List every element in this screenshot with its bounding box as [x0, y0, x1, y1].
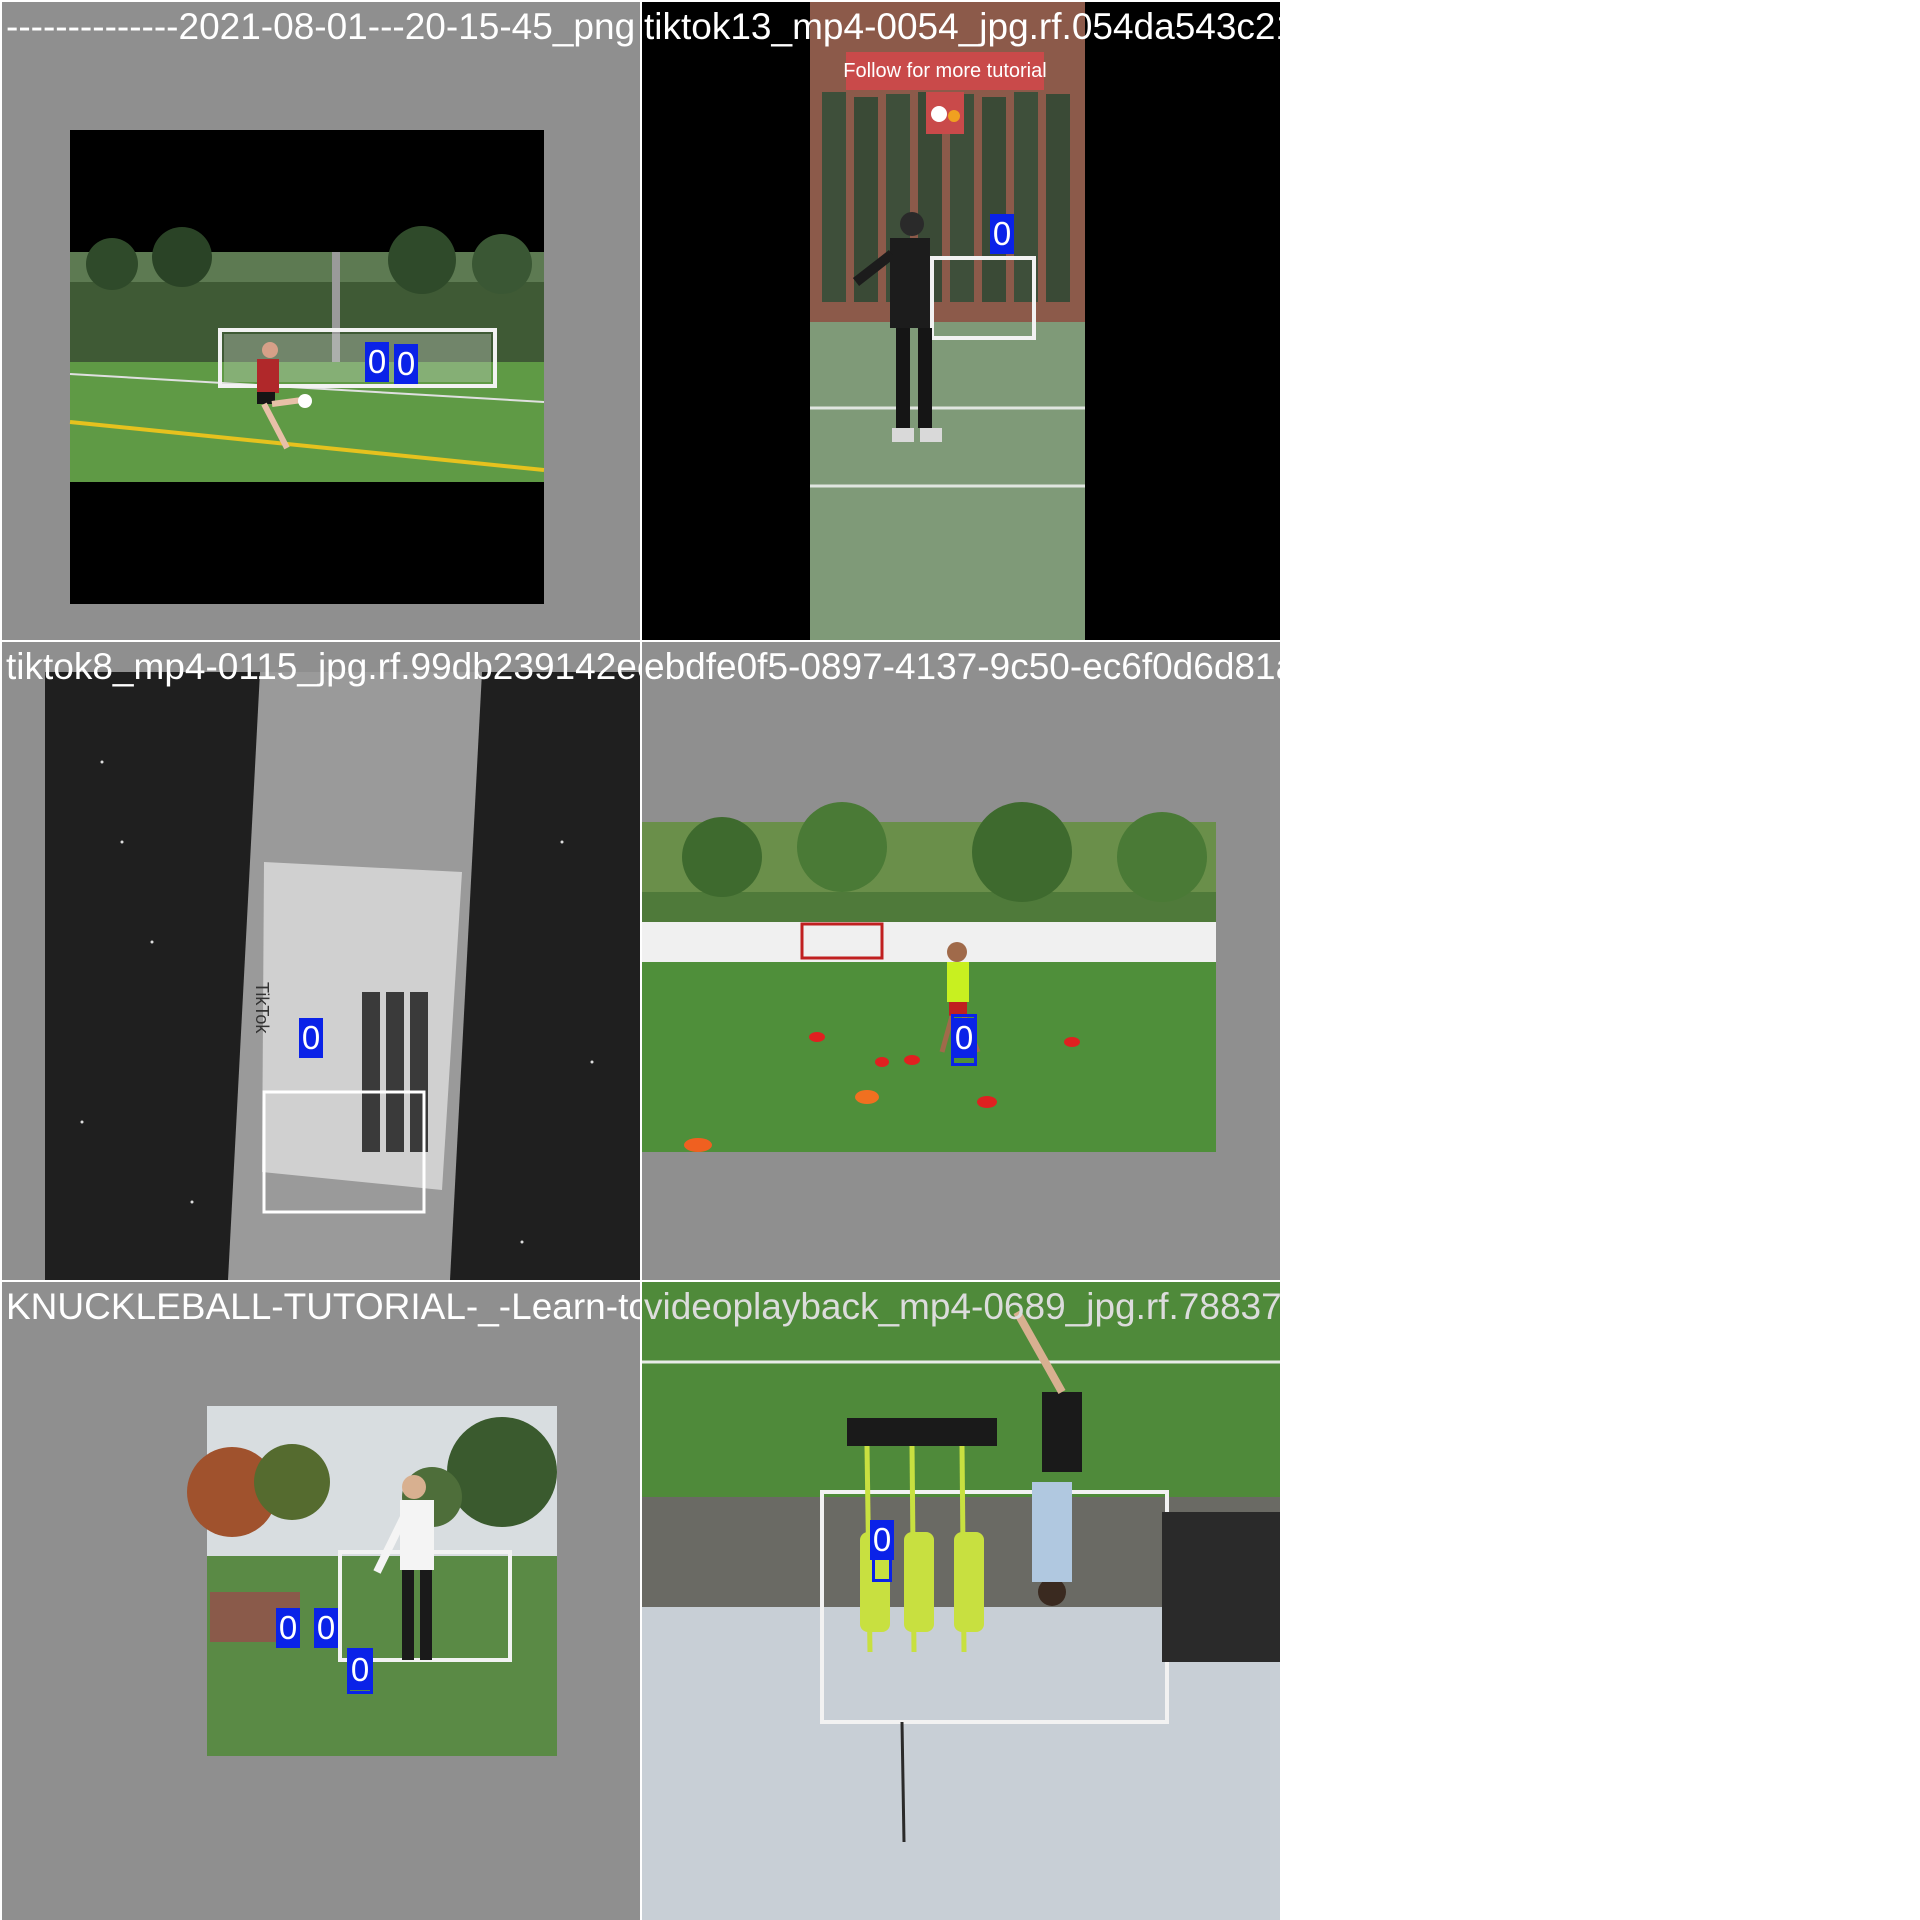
tile-caption: KNUCKLEBALL-TUTORIAL-_-Learn-to-shoot-a- — [6, 1286, 640, 1327]
mosaic-tile-2: Follow for more tutorial 0 tiktok13_mp4-… — [642, 2, 1280, 640]
tile-4-image — [642, 642, 1280, 1280]
tile-caption: --------------2021-08-01---20-15-45_png — [6, 6, 636, 47]
tile-caption: videoplayback_mp4-0689_jpg.rf.78837de749 — [644, 1286, 1280, 1327]
tile-3-image: TikTok — [2, 642, 640, 1280]
tile-caption: tiktok13_mp4-0054_jpg.rf.054da543c21670f — [644, 6, 1280, 47]
detection-label: 0 — [394, 344, 418, 384]
tile-2-image: Follow for more tutorial — [642, 2, 1280, 640]
watermark-text: TikTok — [252, 982, 272, 1034]
banner-text: Follow for more tutorial — [843, 60, 1046, 82]
tile-caption: ebdfe0f5-0897-4137-9c50-ec6f0d6d81ad_fra — [644, 646, 1280, 687]
mosaic-tile-4: 0 ebdfe0f5-0897-4137-9c50-ec6f0d6d81ad_f… — [642, 642, 1280, 1280]
mosaic-tile-6: 0 videoplayback_mp4-0689_jpg.rf.78837de7… — [642, 1282, 1280, 1920]
detection-label: 0 — [365, 342, 389, 382]
detection-label: 0 — [314, 1608, 338, 1648]
mosaic-tile-5: 0 0 0 KNUCKLEBALL-TUTORIAL-_-Learn-to-sh… — [2, 1282, 640, 1920]
tile-5-image — [2, 1282, 640, 1920]
detection-label: 0 — [299, 1018, 323, 1058]
mosaic-tile-1: 0 0 --------------2021-08-01---20-15-45_… — [2, 2, 640, 640]
detection-label: 0 — [990, 214, 1014, 254]
tile-1-image — [2, 2, 640, 640]
mosaic-tile-3: TikTok 0 tiktok8_mp4-0115_jpg.rf.99db239… — [2, 642, 640, 1280]
detection-label: 0 — [348, 1650, 372, 1690]
detection-label: 0 — [952, 1018, 976, 1058]
tile-6-image — [642, 1282, 1280, 1920]
detection-label: 0 — [276, 1608, 300, 1648]
tile-caption: tiktok8_mp4-0115_jpg.rf.99db239142ec65dc… — [6, 646, 640, 687]
detection-label: 0 — [870, 1520, 894, 1560]
